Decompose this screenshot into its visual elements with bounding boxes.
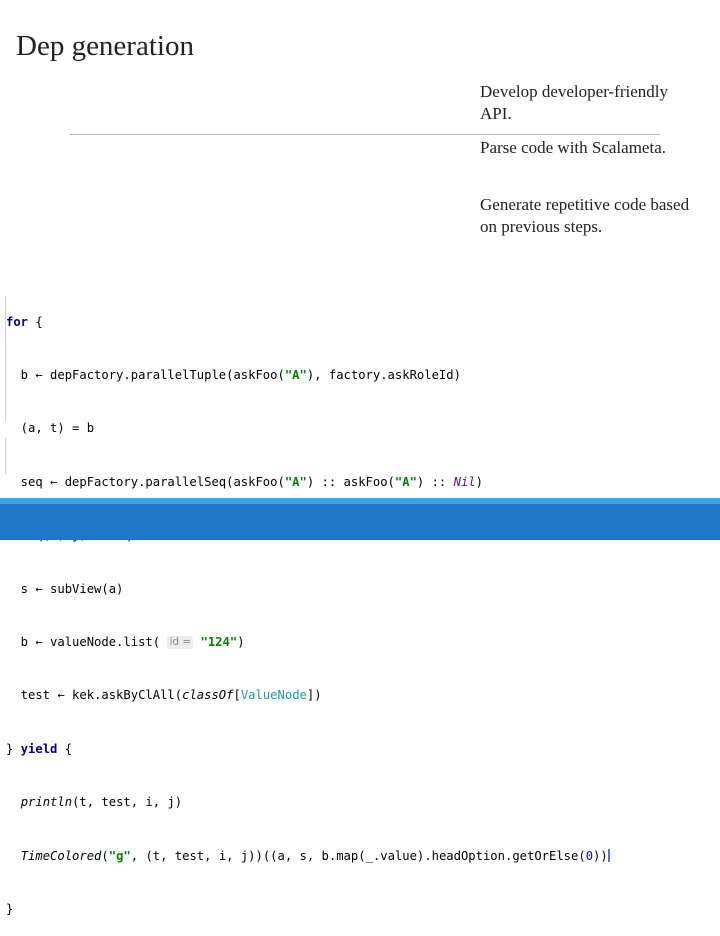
code-token: Nil (453, 474, 476, 489)
code-token: "A" (284, 474, 307, 489)
bullet-item: Generate repetitive code based on previo… (480, 195, 690, 236)
code-token: ValueNode (240, 688, 307, 703)
code-token: TimeColored (20, 848, 102, 863)
code-line: (a, t) = b (6, 421, 95, 436)
code-token: 0 (585, 848, 594, 863)
bullet-item: Parse code with Scalameta. (480, 138, 666, 157)
code-token: classOf (182, 688, 234, 703)
code-line: s ← subView(a) (6, 581, 124, 596)
inlay-hint: id = (167, 635, 194, 649)
code-line: TimeColored("g", (t, test, i, j))((a, s,… (20, 848, 610, 863)
code-line: seq ← depFactory.parallelSeq(askFoo("A")… (6, 474, 483, 489)
code-token: yield (20, 741, 58, 756)
code-token: println (20, 795, 73, 810)
code-line: for { (6, 314, 43, 329)
code-line: println(t, test, i, j) (20, 795, 183, 810)
code-token: for (6, 314, 29, 329)
text-cursor (607, 848, 610, 862)
code-line: } (6, 901, 14, 916)
code-line: test ← kek.askByClAll(classOf[ValueNode]… (6, 688, 322, 703)
code-line: b ← depFactory.parallelTuple(askFoo("A")… (6, 367, 461, 382)
code-line: b ← valueNode.list( id = "124") (6, 634, 245, 649)
code-snippet: for { b ← depFactory.parallelTuple(askFo… (6, 278, 666, 936)
slide-title: Dep generation (16, 30, 194, 62)
code-token: "A" (394, 474, 417, 489)
code-token: "124" (200, 634, 238, 649)
code-line: } yield { (6, 741, 73, 756)
code-token: "g" (108, 848, 131, 863)
code-token: "A" (284, 367, 307, 382)
bullet-item: Develop developer-friendly API. (480, 82, 668, 123)
divider-line (70, 134, 660, 135)
footer-bar (0, 504, 720, 540)
